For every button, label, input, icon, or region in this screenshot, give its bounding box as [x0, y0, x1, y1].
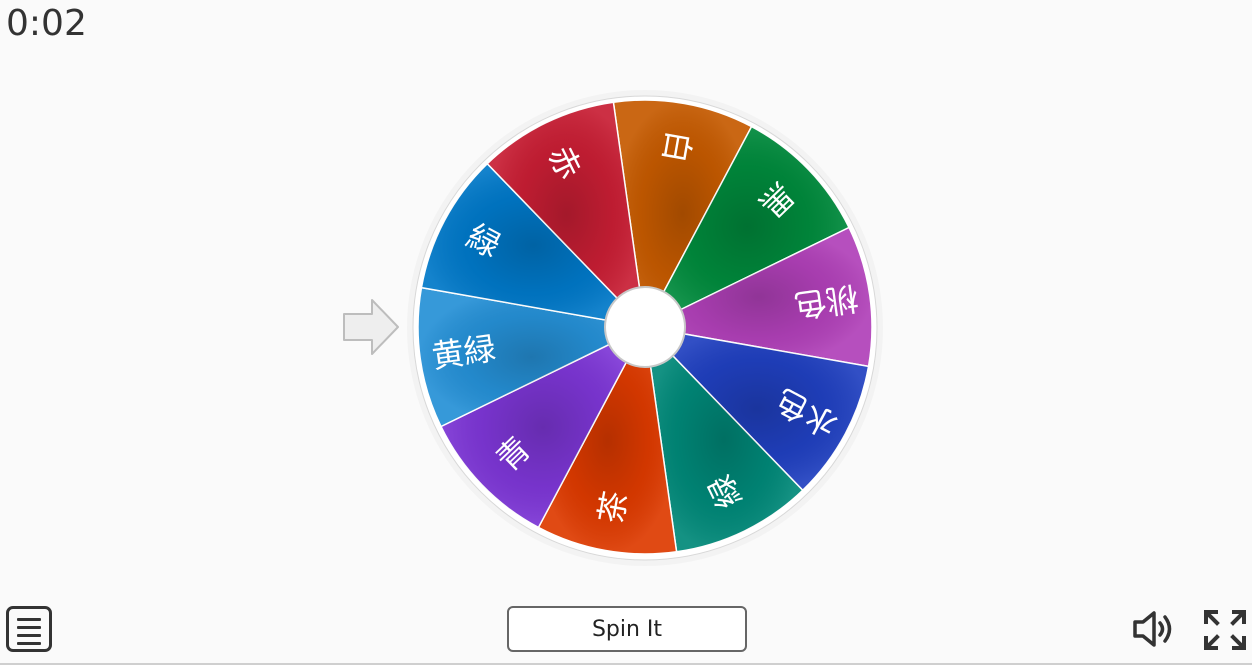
spin-button-label: Spin It [591, 616, 663, 642]
wheel[interactable]: 白黒桃色 水色緑茶青黄緑緑赤 [405, 88, 885, 568]
spin-button[interactable]: Spin It [507, 606, 747, 652]
timer: 0:02 [6, 3, 87, 44]
wheel-svg[interactable]: 白黒桃色水色緑茶青黄緑緑赤 [405, 88, 885, 568]
menu-bar [17, 642, 41, 645]
menu-bar [17, 634, 41, 637]
arrow-right-icon [343, 299, 399, 355]
hamburger-menu-icon[interactable] [6, 606, 52, 652]
speaker-icon[interactable] [1130, 607, 1180, 651]
wheel-segment-label: 白 [655, 128, 698, 166]
menu-bar [17, 618, 41, 621]
wheel-hub[interactable] [604, 286, 686, 368]
menu-bar [17, 626, 41, 629]
wheel-segment-label: 茶 [592, 488, 635, 526]
fullscreen-icon[interactable] [1200, 606, 1250, 654]
